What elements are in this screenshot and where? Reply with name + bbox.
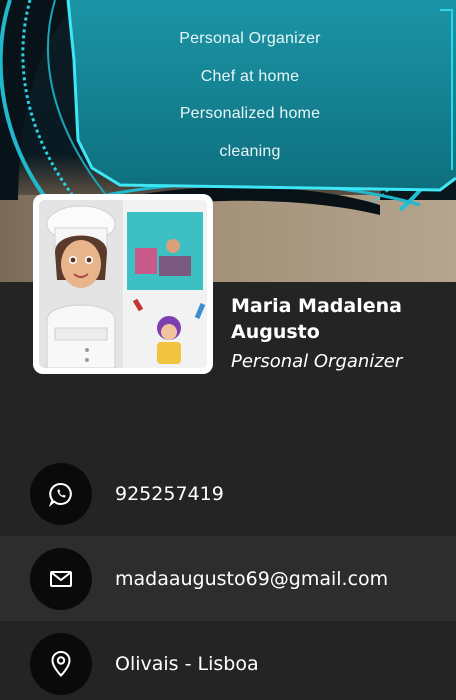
service-chef-at-home: Chef at home [200, 67, 300, 85]
profile-collage [39, 200, 207, 368]
contact-row-location[interactable]: Olivais - Lisboa [0, 621, 456, 700]
email-icon[interactable] [30, 547, 92, 610]
whatsapp-icon[interactable] [30, 462, 92, 525]
service-cleaning: cleaning [219, 142, 281, 160]
services-list: Personal Organizer Chef at home Personal… [50, 20, 450, 170]
service-personalized-home: Personalized home [179, 105, 321, 122]
profile-photo[interactable] [33, 194, 213, 374]
phone-number[interactable]: 925257419 [115, 483, 224, 505]
location-pin-icon[interactable] [30, 632, 92, 695]
email-address[interactable]: madaaugusto69@gmail.com [115, 568, 388, 590]
chef-illustration [39, 200, 207, 368]
service-personal-organizer: Personal Organizer [179, 30, 321, 47]
location-text[interactable]: Olivais - Lisboa [115, 653, 259, 675]
profile-role: Personal Organizer [231, 351, 403, 372]
contact-row-whatsapp[interactable]: 925257419 [0, 451, 456, 536]
profile-name: Maria Madalena Augusto [231, 295, 402, 343]
contact-row-email[interactable]: madaaugusto69@gmail.com [0, 536, 456, 621]
